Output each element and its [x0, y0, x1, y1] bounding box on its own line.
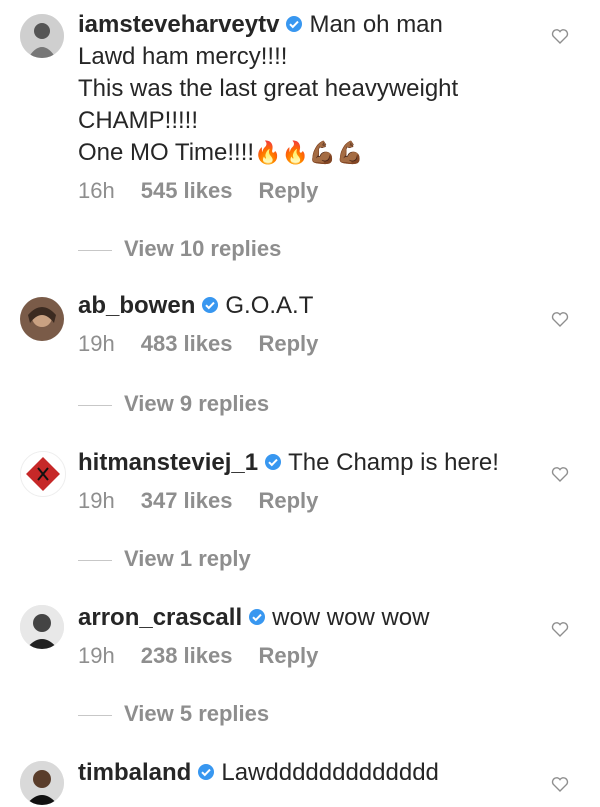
- comment-meta: 19h 483 likes Reply: [78, 330, 540, 358]
- view-replies-button[interactable]: View 9 replies: [78, 391, 269, 417]
- divider-line: [78, 714, 112, 716]
- timestamp: 19h: [78, 643, 115, 668]
- divider-line: [78, 559, 112, 561]
- comment-meta: 19h 347 likes Reply: [78, 487, 540, 515]
- comment-text: Lawd ham mercy!!!!: [78, 43, 288, 70]
- view-replies-button[interactable]: View 5 replies: [78, 701, 269, 727]
- avatar[interactable]: [20, 761, 64, 805]
- username[interactable]: timbaland: [78, 759, 191, 786]
- timestamp: 19h: [78, 488, 115, 513]
- comment-text: CHAMP!!!!!: [78, 107, 199, 134]
- username[interactable]: ab_bowen: [78, 292, 195, 319]
- verified-badge-icon: [197, 763, 215, 781]
- like-heart-icon[interactable]: [551, 620, 569, 638]
- comment-text: G.O.A.T: [225, 292, 314, 319]
- reply-button[interactable]: Reply: [258, 643, 318, 668]
- timestamp: 16h: [78, 178, 115, 203]
- avatar[interactable]: [20, 605, 64, 649]
- likes-count[interactable]: 545 likes: [141, 178, 233, 203]
- reply-button[interactable]: Reply: [258, 488, 318, 513]
- verified-badge-icon: [264, 453, 282, 471]
- comment-text: One MO Time!!!!: [78, 139, 255, 166]
- reply-button[interactable]: Reply: [258, 331, 318, 356]
- view-replies-button[interactable]: View 10 replies: [78, 236, 281, 262]
- username[interactable]: arron_crascall: [78, 604, 242, 631]
- avatar[interactable]: [20, 451, 66, 497]
- likes-count[interactable]: 347 likes: [141, 488, 233, 513]
- comment-text: This was the last great heavyweight: [78, 75, 459, 102]
- timestamp: 19h: [78, 331, 115, 356]
- divider-line: [78, 404, 112, 406]
- comment-text: wow wow wow: [272, 604, 430, 631]
- verified-badge-icon: [201, 296, 219, 314]
- username[interactable]: iamsteveharveytv: [78, 11, 279, 38]
- avatar[interactable]: [20, 14, 64, 58]
- like-heart-icon[interactable]: [551, 310, 569, 328]
- comment-meta: 19h 238 likes Reply: [78, 642, 540, 670]
- divider-line: [78, 249, 112, 251]
- comment-text: Lawddddddddddddd: [221, 759, 439, 786]
- like-heart-icon[interactable]: [551, 27, 569, 45]
- emoji: 🔥🔥💪🏾💪🏾: [254, 140, 364, 165]
- like-heart-icon[interactable]: [551, 465, 569, 483]
- view-replies-button[interactable]: View 1 reply: [78, 546, 251, 572]
- reply-button[interactable]: Reply: [258, 178, 318, 203]
- comment-text: Man oh man: [309, 11, 443, 38]
- username[interactable]: hitmansteviej_1: [78, 449, 258, 476]
- verified-badge-icon: [285, 15, 303, 33]
- avatar[interactable]: [20, 297, 64, 341]
- verified-badge-icon: [248, 608, 266, 626]
- likes-count[interactable]: 238 likes: [141, 643, 233, 668]
- likes-count[interactable]: 483 likes: [141, 331, 233, 356]
- like-heart-icon[interactable]: [551, 775, 569, 793]
- comment-meta: 16h 545 likes Reply: [78, 177, 540, 205]
- comment-text: The Champ is here!: [288, 449, 499, 476]
